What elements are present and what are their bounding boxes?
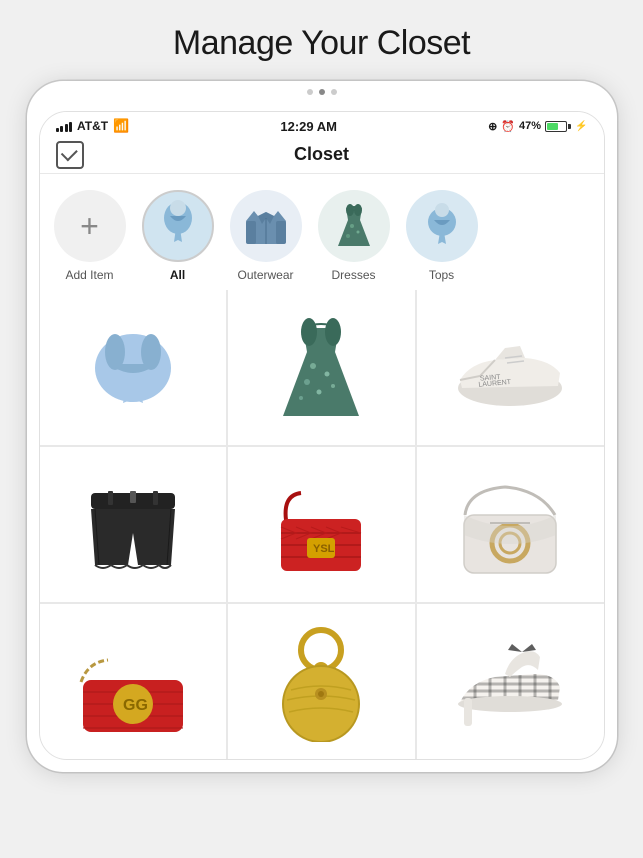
category-all[interactable]: All bbox=[138, 190, 218, 282]
status-right: ⊕ ⏰ 47% ⚡ bbox=[488, 120, 587, 133]
carrier-label: AT&T bbox=[77, 119, 108, 133]
category-tops[interactable]: Tops bbox=[402, 190, 482, 282]
grid-item-gucci-bag[interactable]: GG bbox=[40, 604, 227, 759]
signal-bar-1 bbox=[56, 128, 59, 132]
plus-icon: + bbox=[80, 210, 99, 242]
status-left: AT&T 📶 bbox=[56, 118, 130, 134]
grid-item-black-shorts[interactable] bbox=[40, 447, 227, 602]
grid-item-white-bag[interactable] bbox=[417, 447, 604, 602]
dresses-label: Dresses bbox=[331, 268, 375, 282]
dot-3 bbox=[331, 89, 337, 95]
battery-percent: 47% bbox=[519, 120, 541, 132]
heels-svg bbox=[450, 622, 570, 742]
outerwear-icon bbox=[236, 196, 296, 256]
grid-item-crop-top[interactable] bbox=[40, 290, 227, 445]
status-bar: AT&T 📶 12:29 AM ⊕ ⏰ 47% ⚡ bbox=[40, 112, 604, 138]
red-bag-svg: YSL bbox=[261, 465, 381, 585]
dot-1 bbox=[307, 89, 313, 95]
battery-tip bbox=[568, 124, 571, 129]
battery-fill bbox=[547, 123, 558, 130]
grid-item-floral-dress[interactable] bbox=[228, 290, 415, 445]
svg-text:GG: GG bbox=[123, 697, 148, 714]
grid-item-red-bag[interactable]: YSL bbox=[228, 447, 415, 602]
outerwear-label: Outerwear bbox=[237, 268, 293, 282]
dots-row bbox=[27, 81, 617, 99]
tablet-frame: AT&T 📶 12:29 AM ⊕ ⏰ 47% ⚡ bbox=[27, 81, 617, 772]
status-time: 12:29 AM bbox=[280, 119, 337, 134]
page-wrapper: Manage Your Closet AT&T 📶 bbox=[0, 0, 643, 858]
clothing-grid: SAINT LAURENT bbox=[40, 290, 604, 759]
nav-title: Closet bbox=[294, 144, 349, 165]
tops-label: Tops bbox=[429, 268, 454, 282]
user-icon: ⊕ bbox=[488, 120, 497, 133]
all-category-icon bbox=[148, 196, 208, 256]
signal-bar-4 bbox=[69, 122, 72, 132]
crop-top-svg bbox=[73, 308, 193, 428]
tops-circle[interactable] bbox=[406, 190, 478, 262]
dot-2 bbox=[319, 89, 325, 95]
checkmark-icon bbox=[60, 144, 77, 161]
select-button[interactable] bbox=[56, 141, 84, 169]
signal-bar-3 bbox=[65, 124, 68, 132]
floral-dress-svg bbox=[261, 308, 381, 428]
outerwear-circle[interactable] bbox=[230, 190, 302, 262]
svg-text:YSL: YSL bbox=[313, 543, 335, 555]
sneakers-svg: SAINT LAURENT bbox=[450, 308, 570, 428]
all-label: All bbox=[170, 268, 185, 282]
battery-icon bbox=[545, 121, 571, 132]
tops-icon bbox=[412, 196, 472, 256]
tablet-screen: AT&T 📶 12:29 AM ⊕ ⏰ 47% ⚡ bbox=[39, 111, 605, 760]
bolt-icon: ⚡ bbox=[575, 121, 587, 132]
battery-body bbox=[545, 121, 567, 132]
signal-bar-2 bbox=[60, 126, 63, 132]
grid-item-yellow-bag[interactable] bbox=[228, 604, 415, 759]
gucci-bag-svg: GG bbox=[73, 622, 193, 742]
grid-item-sneakers[interactable]: SAINT LAURENT bbox=[417, 290, 604, 445]
dresses-circle[interactable] bbox=[318, 190, 390, 262]
grid-item-heels[interactable] bbox=[417, 604, 604, 759]
dresses-icon bbox=[324, 196, 384, 256]
black-shorts-svg bbox=[73, 465, 193, 585]
nav-bar: Closet bbox=[40, 138, 604, 174]
add-item-circle[interactable]: + bbox=[54, 190, 126, 262]
categories-row: + Add Item All bbox=[40, 174, 604, 290]
white-bag-svg bbox=[450, 465, 570, 585]
page-title: Manage Your Closet bbox=[173, 24, 470, 63]
add-item-label: Add Item bbox=[65, 268, 113, 282]
alarm-icon: ⏰ bbox=[501, 120, 515, 133]
yellow-bag-svg bbox=[261, 622, 381, 742]
signal-bars-icon bbox=[56, 120, 73, 132]
all-circle[interactable] bbox=[142, 190, 214, 262]
category-outerwear[interactable]: Outerwear bbox=[226, 190, 306, 282]
category-add-item[interactable]: + Add Item bbox=[50, 190, 130, 282]
wifi-icon: 📶 bbox=[113, 118, 129, 134]
category-dresses[interactable]: Dresses bbox=[314, 190, 394, 282]
